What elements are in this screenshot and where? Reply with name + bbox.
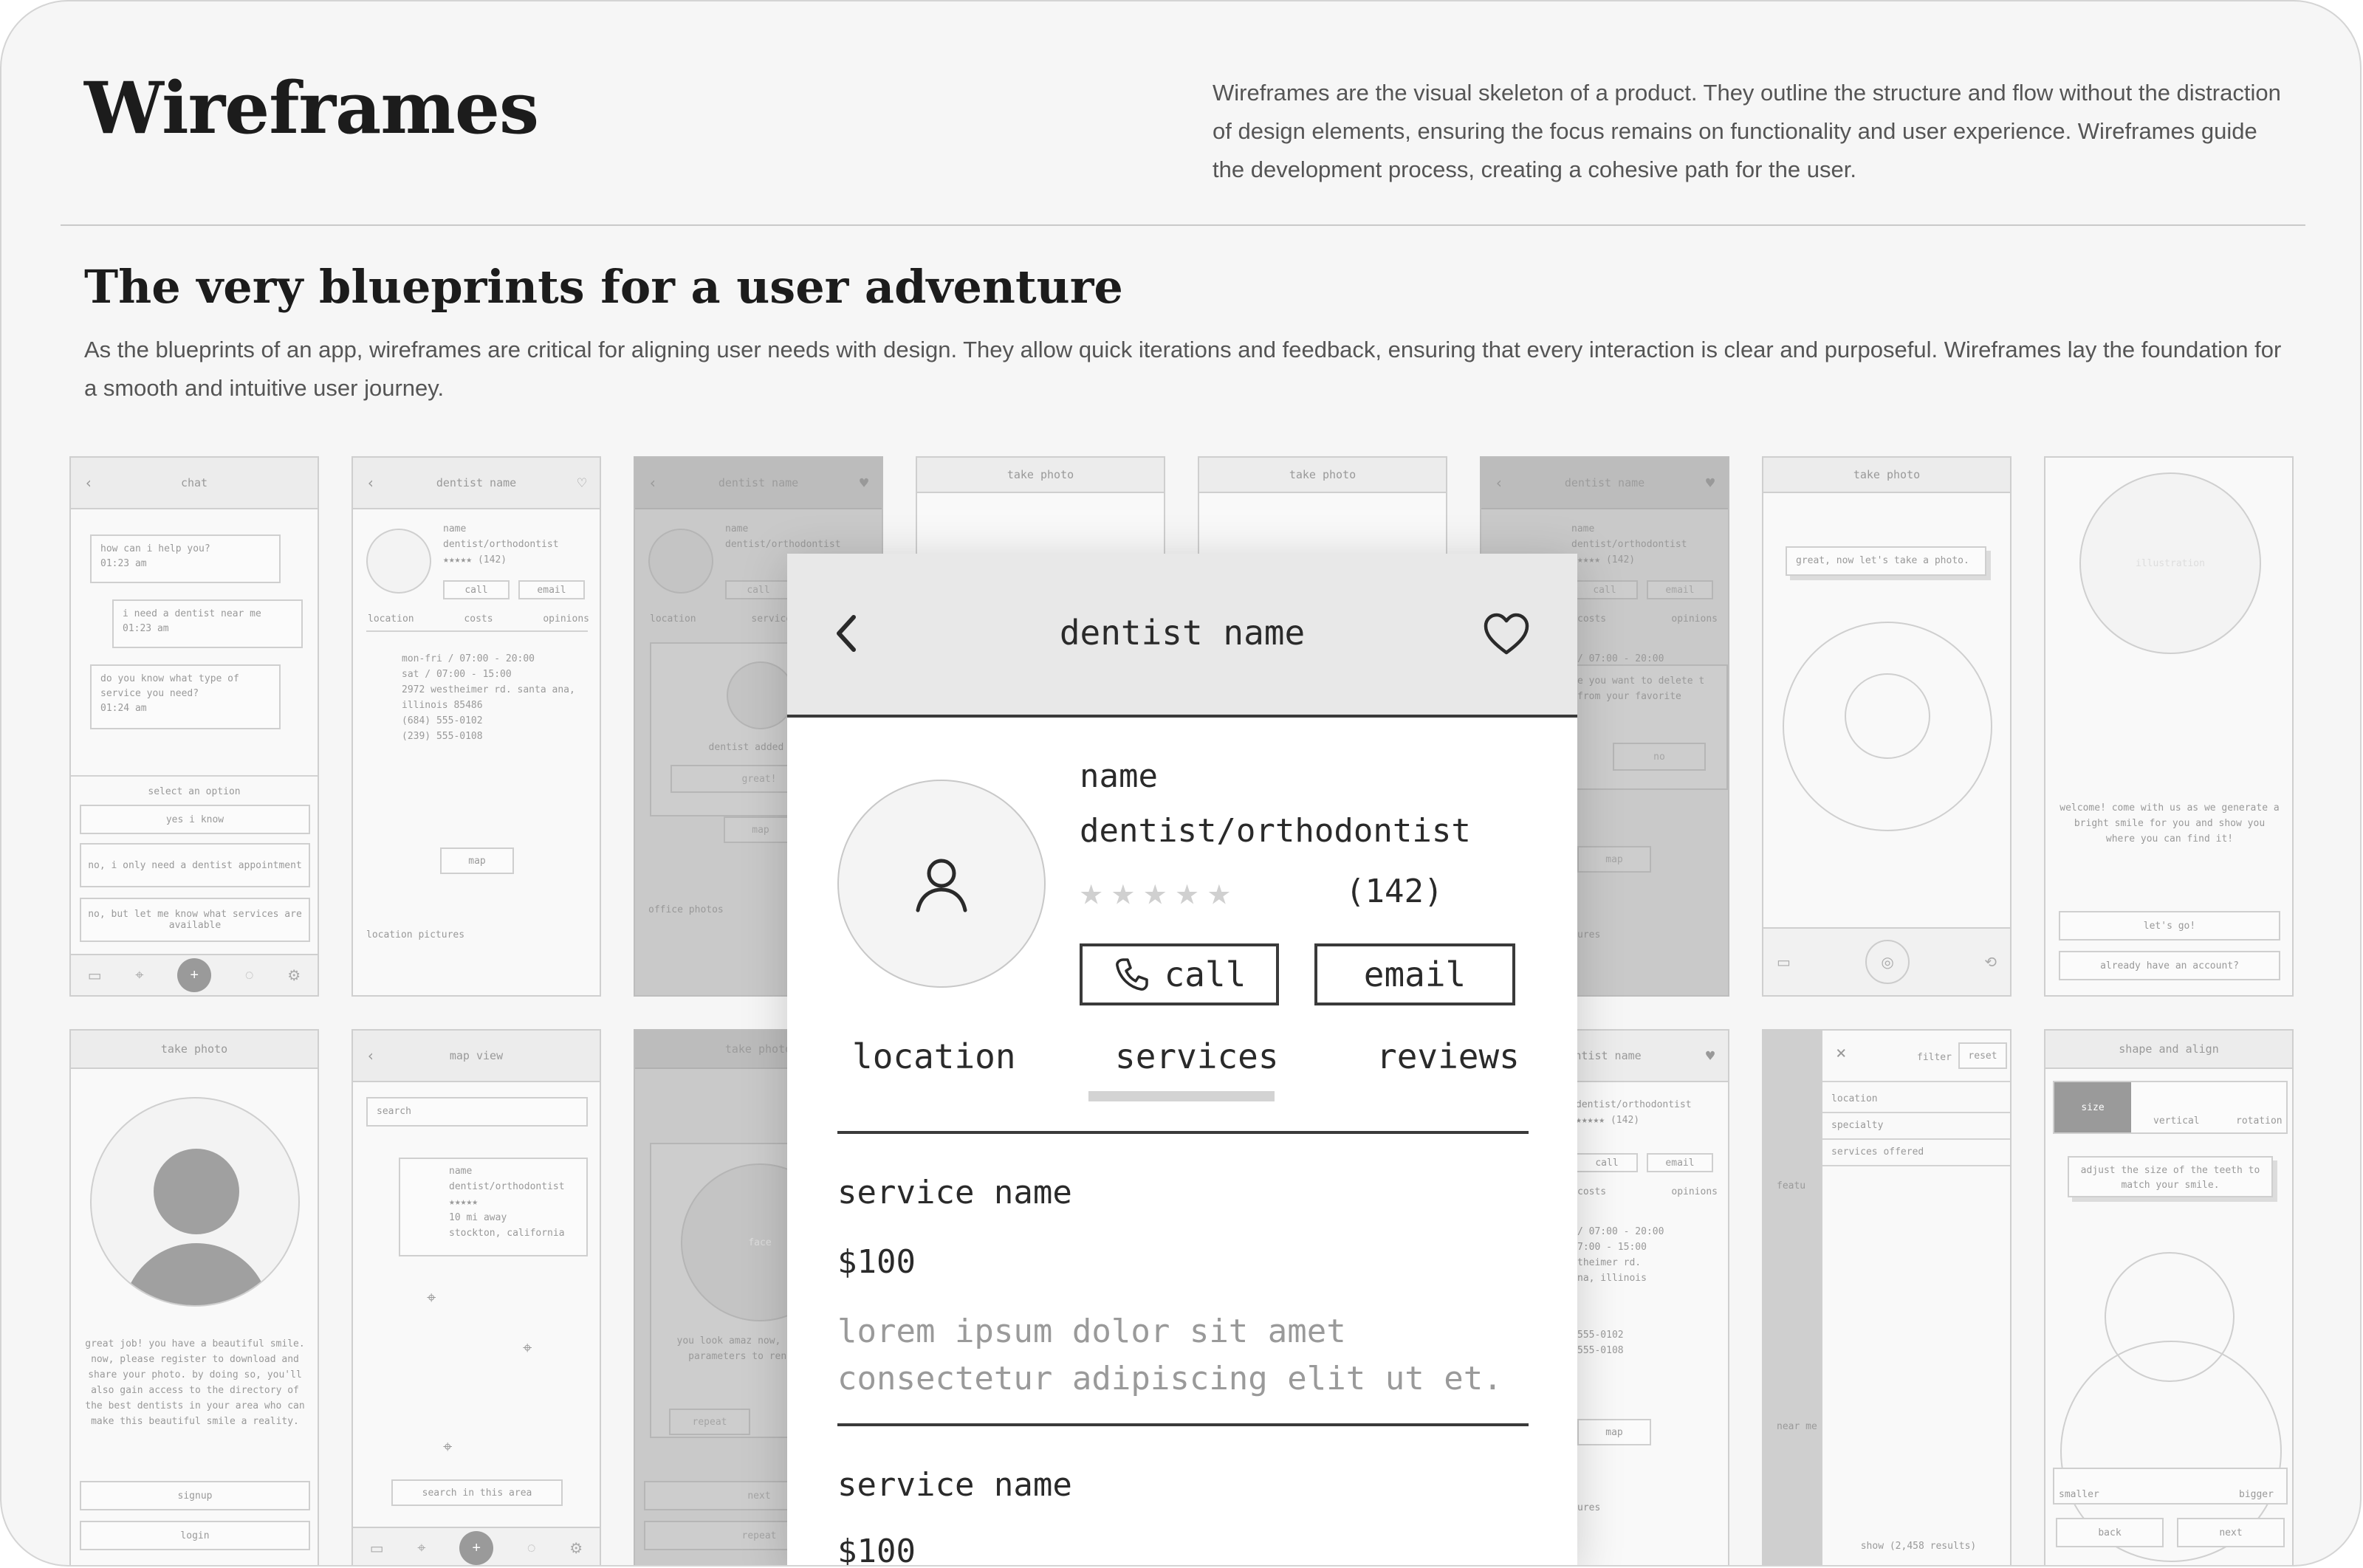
camera-icon[interactable]: ◎ xyxy=(1865,940,1910,984)
avatar-placeholder xyxy=(90,1097,300,1307)
tab-reviews[interactable]: reviews xyxy=(1376,1036,1520,1076)
thumb-chat[interactable]: ‹ chat how can i help you? 01:23 am i need… xyxy=(69,456,319,997)
tabs-divider xyxy=(837,1131,1529,1134)
detail-header: dentist name xyxy=(787,554,1577,718)
call-button[interactable]: call xyxy=(443,580,510,599)
intro-text: Wireframes are the visual skeleton of a … xyxy=(1213,80,2281,182)
header-divider xyxy=(61,224,2305,226)
tab-bar: ▭ ⌖ + ◌ ⚙ xyxy=(71,954,318,995)
dentist-name: name xyxy=(1080,757,1158,795)
chat-bubble: how can i help you? 01:23 am xyxy=(90,534,281,583)
page-title: Wireframes xyxy=(84,66,539,150)
avatar xyxy=(366,529,431,594)
thumb-take-photo-frame[interactable]: take photo great, now let's take a photo… xyxy=(1762,456,2012,997)
thumb-title: chat xyxy=(180,476,208,489)
heart-icon: ♡ xyxy=(577,474,586,492)
dentist-role: dentist/orthodontist xyxy=(1080,812,1471,850)
service-divider xyxy=(837,1423,1529,1426)
close-icon[interactable]: × xyxy=(1836,1044,1846,1062)
thumb-take-photo[interactable]: take photo xyxy=(1198,456,1447,567)
thumb-great-job[interactable]: take photo great job! you have a beautif… xyxy=(69,1029,319,1565)
service-price: $100 xyxy=(837,1243,916,1281)
thumb-map-view[interactable]: ‹ map view search name dentist/orthodontis… xyxy=(351,1029,601,1565)
email-button[interactable]: email xyxy=(518,580,585,599)
section-body: As the blueprints of an app, wireframes … xyxy=(84,337,2282,401)
dentist-detail-card: dentist name name dentist/orthodontist ★… xyxy=(787,554,1577,1567)
option-prompt: select an option xyxy=(148,786,241,797)
search-input[interactable]: search xyxy=(366,1097,588,1127)
active-tab-indicator xyxy=(1088,1091,1275,1101)
map-button[interactable]: map xyxy=(440,847,514,874)
map-pin-icon: ⌖ xyxy=(523,1339,532,1358)
heart-icon[interactable] xyxy=(1483,613,1530,657)
option-button[interactable]: no, i only need a dentist appointment xyxy=(80,843,310,887)
map-pin-icon: ⌖ xyxy=(427,1289,436,1307)
service-price: $100 xyxy=(837,1533,916,1567)
service-name: service name xyxy=(837,1466,1072,1504)
option-button[interactable]: yes i know xyxy=(80,805,310,834)
service-description: lorem ipsum dolor sit amet consectetur a… xyxy=(837,1313,1503,1397)
avatar xyxy=(837,780,1046,988)
review-count: (142) xyxy=(1345,873,1444,910)
wireframes-page: Wireframes Wireframes are the visual ske… xyxy=(0,0,2362,1567)
section-title: The very blueprints for a user adventure xyxy=(84,260,1123,314)
back-icon: ‹ xyxy=(84,474,94,492)
rating-stars: ★★★★★ xyxy=(1080,870,1240,914)
phone-icon xyxy=(1115,958,1148,991)
chat-bubble: i need a dentist near me 01:23 am xyxy=(112,599,303,648)
service-name: service name xyxy=(837,1174,1072,1211)
thumb-profile[interactable]: ‹ dentist name ♡ name dentist/orthodontist ★… xyxy=(351,456,601,997)
gallery-icon[interactable]: ▭ xyxy=(1777,953,1791,972)
thumb-welcome[interactable]: illustration welcome! come with us as we… xyxy=(2044,456,2294,997)
call-button[interactable]: call xyxy=(1080,943,1279,1005)
thumb-shape-align[interactable]: shape and align size vertical rotation a… xyxy=(2044,1029,2294,1565)
tab-services[interactable]: services xyxy=(1115,1036,1279,1076)
map-pin-icon: ⌖ xyxy=(443,1438,453,1457)
option-button[interactable]: no, but let me know what services are av… xyxy=(80,898,310,942)
switch-camera-icon[interactable]: ⟲ xyxy=(1984,953,1997,972)
email-button[interactable]: email xyxy=(1314,943,1515,1005)
tab-location[interactable]: location xyxy=(852,1036,1016,1076)
thumb-filter[interactable]: × filter reset location specialty servic… xyxy=(1762,1029,2012,1565)
thumb-take-photo[interactable]: take photo xyxy=(916,456,1165,567)
chat-bubble: do you know what type of service you nee… xyxy=(90,664,281,729)
detail-title: dentist name xyxy=(1059,613,1306,653)
user-icon xyxy=(916,859,967,912)
